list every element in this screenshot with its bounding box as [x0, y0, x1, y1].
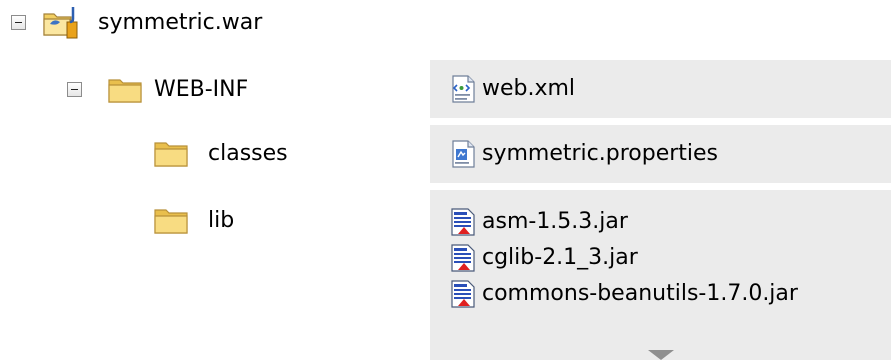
collapse-toggle-icon[interactable]	[11, 15, 26, 30]
chevron-down-icon[interactable]	[648, 350, 674, 360]
file-name: web.xml	[482, 76, 576, 101]
lib-files-panel: asm-1.5.3.jar cglib-2.1_3.jar commons-be…	[430, 190, 891, 360]
jar-file-icon	[451, 208, 475, 236]
file-name: commons-beanutils-1.7.0.jar	[482, 281, 798, 306]
file-item[interactable]: web.xml	[450, 74, 575, 104]
file-item[interactable]: cglib-2.1_3.jar	[450, 243, 638, 273]
properties-file-icon	[452, 140, 475, 168]
jar-file-icon	[451, 280, 475, 308]
file-item[interactable]: symmetric.properties	[450, 139, 718, 169]
file-name: symmetric.properties	[482, 141, 719, 166]
classes-files-panel: symmetric.properties	[430, 125, 891, 183]
war-archive-icon	[43, 7, 78, 39]
folder-open-icon	[108, 79, 142, 103]
tree-node-label: symmetric.war	[98, 10, 263, 35]
collapse-toggle-icon[interactable]	[67, 82, 82, 97]
jar-file-icon	[451, 244, 475, 272]
file-name: asm-1.5.3.jar	[482, 209, 628, 234]
file-name: cglib-2.1_3.jar	[482, 245, 638, 270]
xml-file-icon	[452, 75, 475, 103]
file-item[interactable]: asm-1.5.3.jar	[450, 207, 628, 237]
web-inf-files-panel: web.xml	[430, 60, 891, 118]
tree-node-label: lib	[208, 208, 235, 233]
file-item[interactable]: commons-beanutils-1.7.0.jar	[450, 279, 798, 309]
tree-node-label: WEB-INF	[154, 77, 249, 102]
folder-icon	[154, 142, 188, 167]
tree-node-label: classes	[208, 141, 288, 166]
folder-icon	[154, 209, 188, 234]
